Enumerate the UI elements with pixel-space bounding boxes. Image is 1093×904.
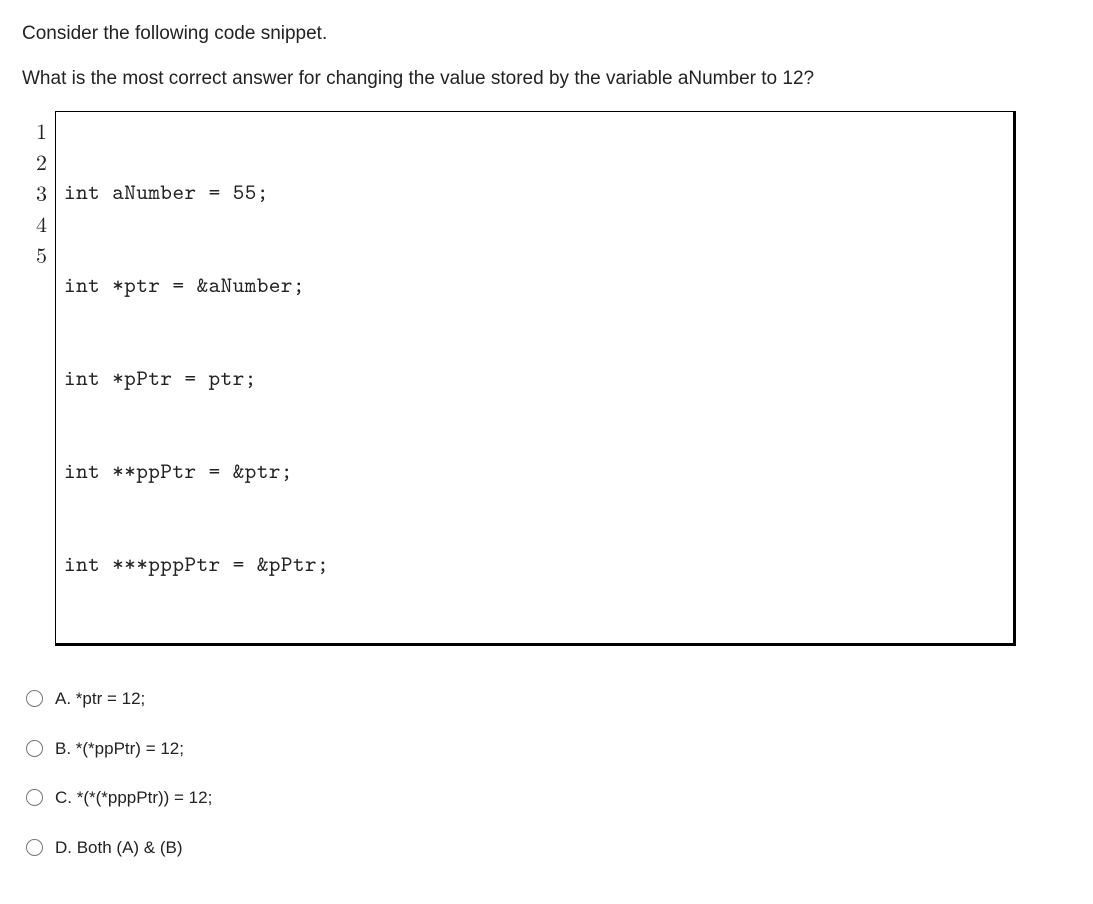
code-line: int **ppPtr = &ptr; (64, 455, 1003, 486)
question-stem: Consider the following code snippet. Wha… (22, 20, 1071, 93)
option-a-label: A. *ptr = 12; (55, 686, 145, 712)
option-a[interactable]: A. *ptr = 12; (24, 686, 1071, 712)
option-d[interactable]: D. Both (A) & (B) (24, 835, 1071, 861)
option-a-radio[interactable] (26, 690, 43, 707)
option-d-radio[interactable] (26, 839, 43, 856)
line-number: 1 (36, 115, 47, 146)
option-c-radio[interactable] (26, 789, 43, 806)
option-b-radio[interactable] (26, 740, 43, 757)
line-number-gutter: 1 2 3 4 5 (36, 111, 55, 646)
question-line-2: What is the most correct answer for chan… (22, 65, 1071, 94)
line-number: 2 (36, 146, 47, 177)
code-snippet: 1 2 3 4 5 int aNumber = 55; int *ptr = &… (36, 111, 1016, 646)
code-line: int *ptr = &aNumber; (64, 269, 1003, 300)
option-d-label: D. Both (A) & (B) (55, 835, 183, 861)
option-c-label: C. *(*(*pppPtr)) = 12; (55, 785, 212, 811)
line-number: 3 (36, 177, 47, 208)
code-line: int aNumber = 55; (64, 176, 1003, 207)
option-b[interactable]: B. *(*ppPtr) = 12; (24, 736, 1071, 762)
code-box: int aNumber = 55; int *ptr = &aNumber; i… (55, 111, 1016, 646)
question-line-1: Consider the following code snippet. (22, 20, 1071, 49)
code-line: int *pPtr = ptr; (64, 362, 1003, 393)
code-line: int ***pppPtr = &pPtr; (64, 548, 1003, 579)
line-number: 5 (36, 239, 47, 270)
option-b-label: B. *(*ppPtr) = 12; (55, 736, 184, 762)
option-c[interactable]: C. *(*(*pppPtr)) = 12; (24, 785, 1071, 811)
line-number: 4 (36, 208, 47, 239)
answer-options: A. *ptr = 12; B. *(*ppPtr) = 12; C. *(*(… (22, 686, 1071, 860)
